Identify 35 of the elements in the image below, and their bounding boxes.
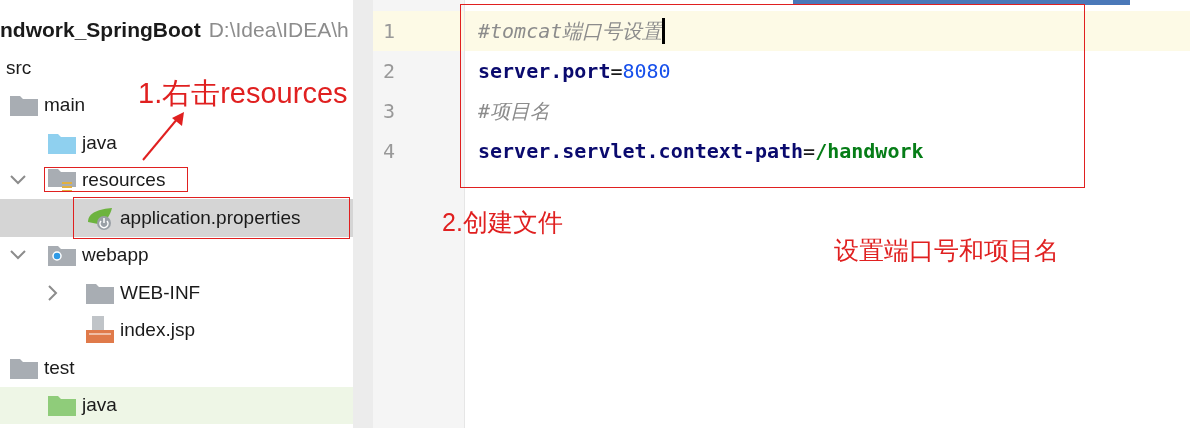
folder-icon: [48, 131, 76, 154]
annotation-label: 1.右击resources: [138, 76, 348, 111]
chevron-down-icon[interactable]: [10, 250, 26, 261]
line-number: 1: [383, 18, 396, 45]
text-caret: [662, 18, 666, 44]
line-number: 3: [383, 98, 396, 125]
tree-item[interactable]: resources: [82, 166, 166, 195]
tree-item[interactable]: main: [44, 91, 86, 120]
project-path: D:\Idea\IDEA\h: [208, 17, 349, 44]
folder-icon: [48, 394, 76, 417]
resource-folder-icon: [48, 168, 76, 193]
chevron-right-icon[interactable]: [48, 284, 58, 301]
spring-file-icon: [86, 205, 114, 230]
tree-item[interactable]: webapp: [82, 241, 149, 270]
tree-item[interactable]: java: [82, 128, 117, 157]
tree-item[interactable]: java: [82, 391, 117, 420]
code-line: server.servlet.context-path=/handwork: [477, 138, 925, 165]
web-folder-icon: [48, 244, 76, 267]
line-number: 2: [383, 58, 396, 85]
tree-item[interactable]: WEB-INF: [120, 278, 201, 307]
folder-icon: [10, 94, 38, 117]
folder-icon: [10, 356, 38, 379]
chevron-down-icon[interactable]: [10, 175, 26, 186]
code-line: #项目名: [477, 98, 552, 125]
jsp-file-icon: [86, 316, 114, 345]
line-number: 4: [383, 138, 396, 165]
tree-item[interactable]: src: [6, 53, 32, 82]
annotation-label: 2.创建文件: [442, 207, 563, 238]
folder-icon: [86, 281, 114, 304]
annotation-label: 设置端口号和项目名: [834, 235, 1059, 266]
tree-item[interactable]: application.properties: [120, 203, 301, 232]
tree-item[interactable]: test: [44, 353, 75, 382]
code-line: server.port=8080: [477, 58, 672, 85]
project-name: ndwork_SpringBoot: [0, 17, 201, 44]
tree-item[interactable]: index.jsp: [120, 316, 195, 345]
